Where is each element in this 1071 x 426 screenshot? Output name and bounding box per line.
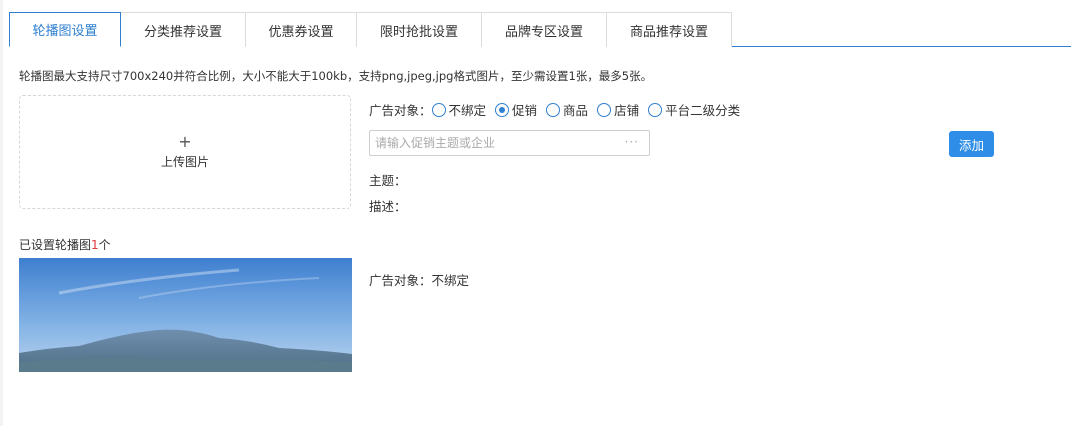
radio-circle-icon	[648, 102, 663, 117]
banner-count-number: 1	[91, 238, 99, 252]
radio-platform-subcategory[interactable]: 平台二级分类	[648, 100, 740, 119]
banner-ad-target: 广告对象：不绑定	[369, 273, 470, 288]
promotion-search-field: ···	[369, 130, 650, 156]
ellipsis-icon[interactable]: ···	[625, 135, 639, 149]
add-button[interactable]: 添加	[949, 131, 994, 157]
radio-label: 促销	[512, 103, 538, 118]
topic-label: 主题：	[369, 173, 407, 188]
plus-icon: +	[178, 131, 192, 151]
tab-category-recommend[interactable]: 分类推荐设置	[120, 12, 246, 47]
radio-promotion[interactable]: 促销	[495, 100, 537, 119]
tab-brand-zone-settings[interactable]: 品牌专区设置	[481, 12, 607, 47]
banner-count-prefix: 已设置轮播图	[19, 238, 92, 252]
tab-flash-sale-settings[interactable]: 限时抢批设置	[356, 12, 482, 47]
tab-product-recommend[interactable]: 商品推荐设置	[606, 12, 732, 47]
radio-circle-icon	[546, 102, 561, 117]
page: 轮播图设置 分类推荐设置 优惠券设置 限时抢批设置 品牌专区设置 商品推荐设置 …	[0, 0, 1071, 426]
banner-count-suffix: 个	[98, 238, 111, 252]
description-label: 描述：	[369, 199, 407, 214]
banner-count-text: 已设置轮播图1个	[19, 236, 111, 253]
radio-label: 商品	[563, 103, 589, 118]
tab-coupon-settings[interactable]: 优惠券设置	[245, 12, 357, 47]
tab-banner-settings[interactable]: 轮播图设置	[9, 12, 121, 47]
radio-product[interactable]: 商品	[546, 100, 588, 119]
upload-image-button[interactable]: + 上传图片	[19, 95, 351, 209]
ad-target-label: 广告对象：	[369, 103, 432, 118]
radio-checked-icon	[495, 102, 510, 117]
ad-target-group: 广告对象： 不绑定 促销 商品 店铺 平台二级分类	[369, 100, 749, 119]
radio-label: 不绑定	[448, 103, 487, 118]
radio-label: 平台二级分类	[665, 103, 741, 118]
left-edge	[0, 0, 3, 426]
tab-bar: 轮播图设置 分类推荐设置 优惠券设置 限时抢批设置 品牌专区设置 商品推荐设置	[9, 12, 1071, 47]
banner-image[interactable]	[19, 258, 352, 372]
upload-label: 上传图片	[160, 154, 209, 169]
promotion-search-input[interactable]	[370, 131, 615, 155]
radio-circle-icon	[431, 102, 446, 117]
radio-unbound[interactable]: 不绑定	[431, 100, 487, 119]
upload-notice: 轮播图最大支持尺寸700x240并符合比例，大小不能大于100kb，支持png,…	[19, 69, 653, 83]
radio-circle-icon	[597, 102, 612, 117]
landscape-image	[19, 258, 352, 372]
radio-label: 店铺	[614, 103, 640, 118]
radio-shop[interactable]: 店铺	[597, 100, 639, 119]
